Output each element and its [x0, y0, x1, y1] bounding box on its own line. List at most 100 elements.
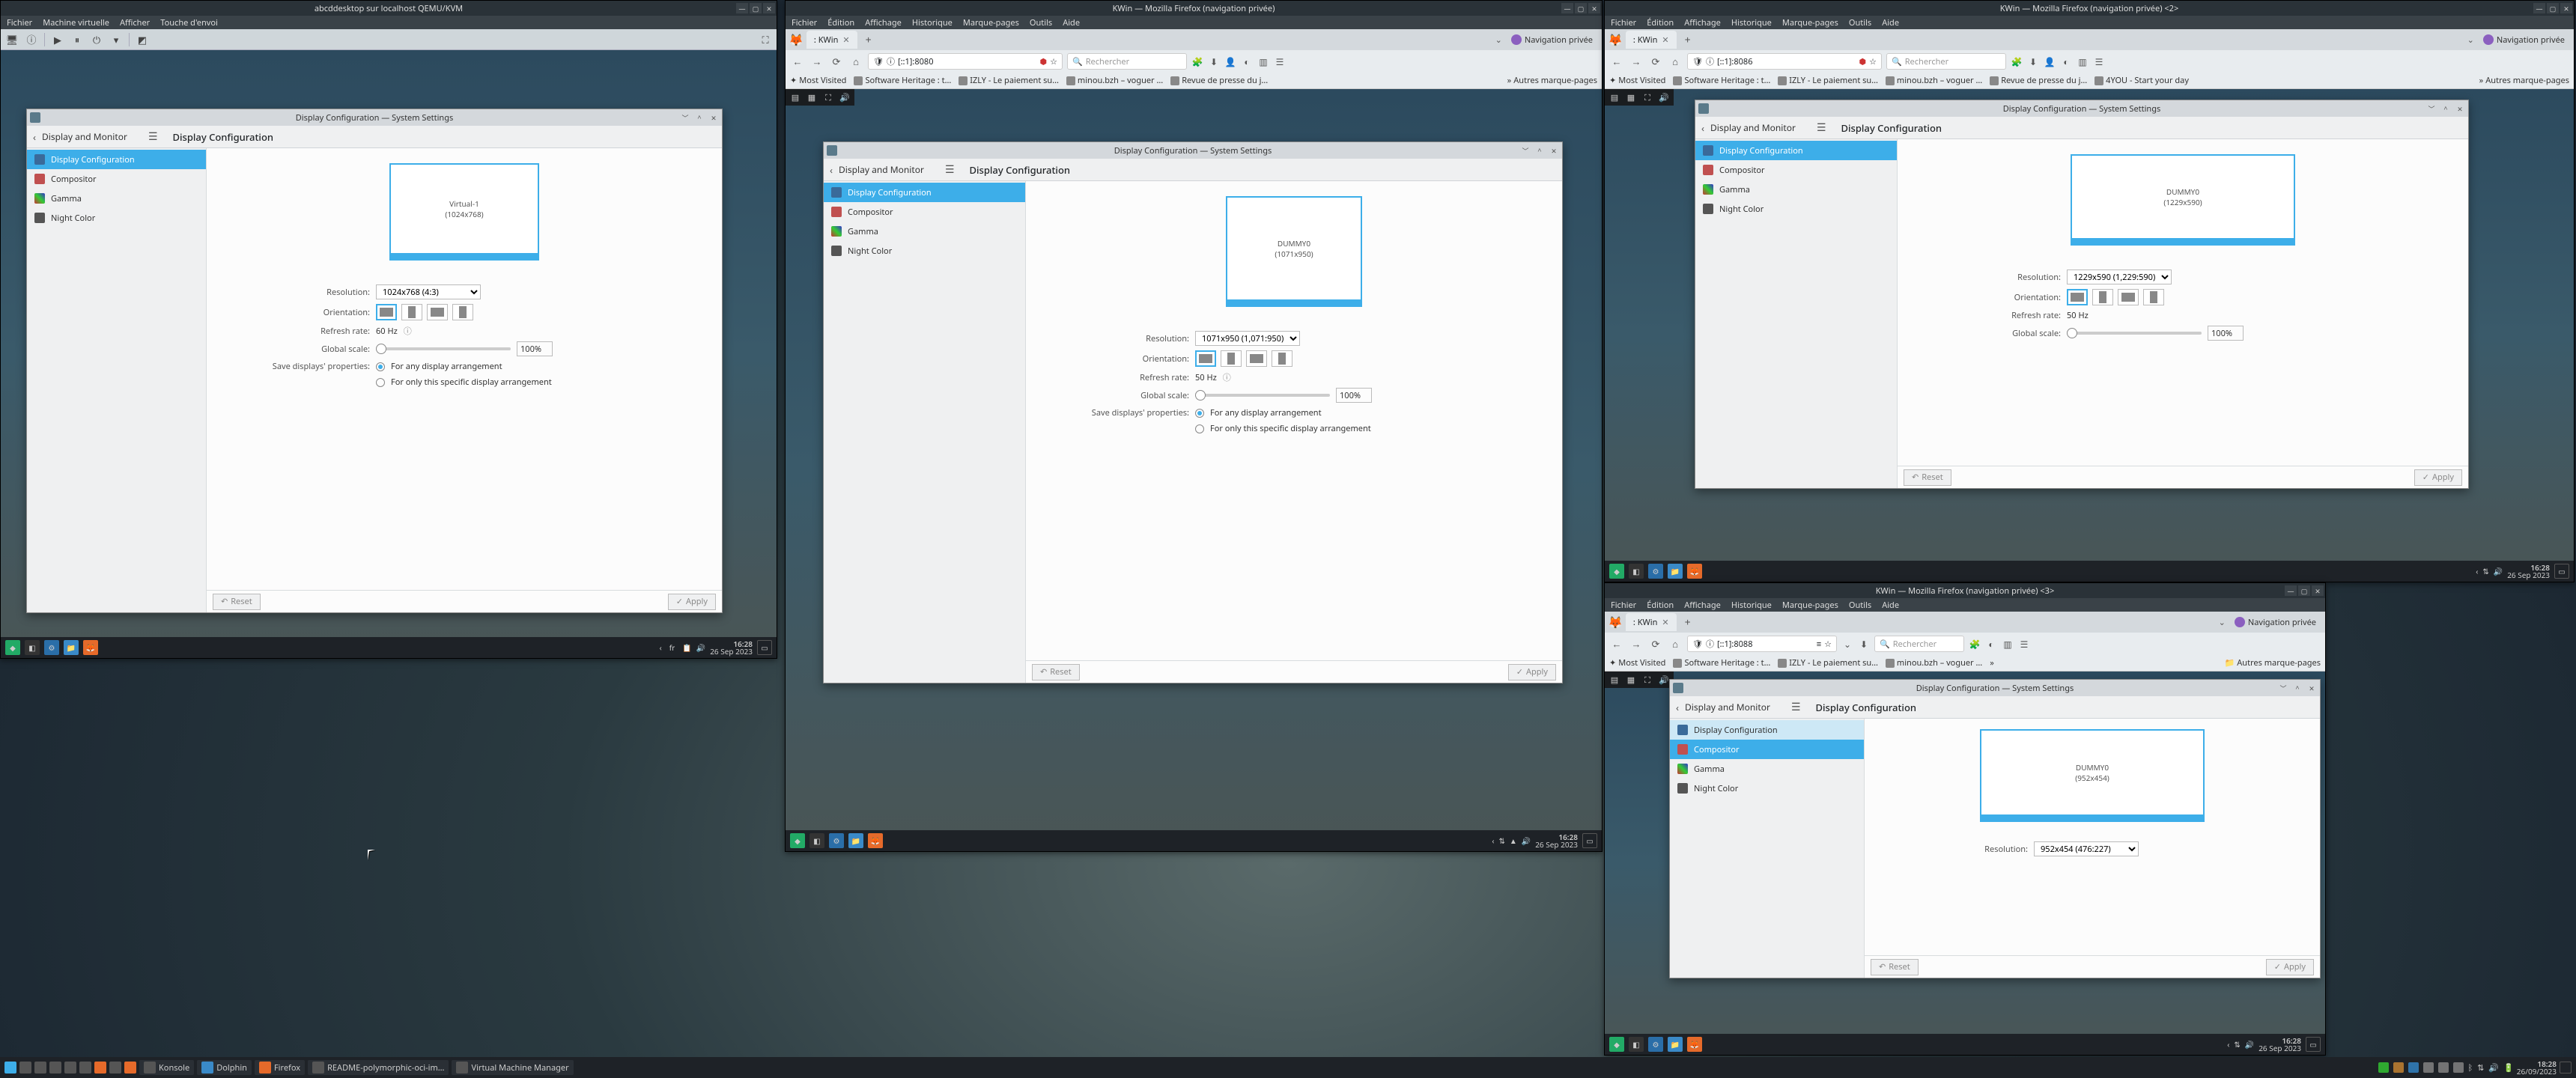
dolphin-taskbar-icon[interactable]: 📁	[1668, 564, 1683, 579]
breadcrumb[interactable]: Display and Monitor	[1685, 701, 1770, 713]
maximize-button[interactable]: ▢	[1575, 3, 1587, 13]
bookmark-item[interactable]: Revue de presse du j…	[1170, 75, 1268, 86]
dolphin-taskbar-icon[interactable]: 📁	[64, 640, 79, 655]
details-icon[interactable]: ⓘ	[25, 33, 38, 46]
new-tab-button[interactable]: +	[860, 33, 877, 47]
menu-machine[interactable]: Machine virtuelle	[43, 17, 109, 28]
extension-icon[interactable]: 🧩	[1969, 638, 1981, 650]
menu-item[interactable]: Aide	[1882, 17, 1899, 28]
forward-icon[interactable]: →	[1629, 636, 1644, 651]
tray-icon[interactable]	[2378, 1062, 2389, 1073]
tray-icon[interactable]	[2423, 1062, 2434, 1073]
sound-icon[interactable]: 🔊	[838, 91, 851, 103]
kde-launcher-icon[interactable]: ◆	[1609, 1037, 1624, 1052]
account-icon[interactable]: 👤	[2044, 55, 2056, 67]
radio-any[interactable]	[376, 362, 385, 371]
kde-launcher-icon[interactable]: ◆	[1609, 564, 1624, 579]
shield-icon[interactable]: 🛡	[1692, 56, 1703, 67]
back-icon[interactable]: ‹	[830, 163, 833, 177]
bookmarks-overflow[interactable]: » Autres marque-pages	[1507, 75, 1597, 86]
pager-icon[interactable]	[64, 1062, 76, 1074]
maximize-button[interactable]: ▢	[750, 3, 762, 13]
pause-icon[interactable]: ⏸	[70, 33, 84, 46]
search-input[interactable]: 🔍 Rechercher	[1067, 53, 1187, 70]
bookmark-star-icon[interactable]: ☆	[1050, 56, 1057, 67]
tor-icon[interactable]: ◐	[1985, 638, 1997, 650]
host-clock[interactable]: 18:28 26/09/2023	[2517, 1060, 2557, 1075]
show-desktop-icon[interactable]: ▭	[2306, 1037, 2321, 1052]
apply-button[interactable]: ✓ Apply	[668, 594, 716, 610]
fullscreen-icon[interactable]: ⛶	[1641, 674, 1654, 686]
breadcrumb[interactable]: Display and Monitor	[42, 130, 127, 143]
menu-item[interactable]: Aide	[1882, 600, 1899, 611]
search-input[interactable]: 🔍 Rechercher	[1886, 53, 2006, 70]
vm2-titlebar[interactable]: KWin — Mozilla Firefox (navigation privé…	[786, 1, 1602, 16]
show-desktop-icon[interactable]	[2560, 1062, 2572, 1074]
menu-item[interactable]: Édition	[827, 17, 854, 28]
forward-icon[interactable]: →	[1629, 54, 1644, 69]
reload-icon[interactable]: ⟳	[1648, 636, 1663, 651]
menu-item[interactable]: Édition	[1647, 17, 1674, 28]
snapshot-icon[interactable]: ◩	[136, 33, 149, 46]
shield-icon[interactable]: 🛡	[1692, 639, 1703, 650]
vm3-titlebar[interactable]: KWin — Mozilla Firefox (navigation privé…	[1605, 1, 2574, 16]
sidebar-item-compositor[interactable]: Compositor	[1670, 740, 1864, 759]
breadcrumb[interactable]: Display and Monitor	[1710, 121, 1796, 134]
minimize-button[interactable]: ﹀	[679, 112, 691, 123]
display-preview[interactable]: DUMMY0 (952x454)	[1865, 719, 2320, 832]
reset-button[interactable]: ↶ Reset	[1871, 959, 1919, 975]
menu-item[interactable]: Historique	[1731, 17, 1772, 28]
activities-icon[interactable]: ◧	[1629, 1037, 1644, 1052]
url-input[interactable]: 🛡 ⓘ [::1]:8080 ⬢ ☆	[868, 53, 1063, 70]
back-icon[interactable]: ‹	[1676, 701, 1679, 714]
reset-button[interactable]: ↶ Reset	[1032, 664, 1080, 680]
orientation-portrait[interactable]	[401, 304, 422, 320]
minimize-button[interactable]: —	[1561, 3, 1573, 13]
show-desktop-icon[interactable]: ▭	[2554, 564, 2569, 579]
clipboard-icon[interactable]: 📋	[682, 642, 691, 653]
hamburger-icon[interactable]: ☰	[148, 130, 158, 144]
menu-item[interactable]: Marque-pages	[1782, 600, 1838, 611]
vm4-titlebar[interactable]: KWin — Mozilla Firefox (navigation privé…	[1605, 583, 2325, 598]
firefox-view-icon[interactable]: 🦊	[1608, 31, 1623, 48]
account-icon[interactable]: 👤	[1224, 55, 1236, 67]
battery-icon[interactable]: 🔋	[2503, 1062, 2514, 1074]
menu-item[interactable]: Outils	[1849, 17, 1871, 28]
settings-titlebar[interactable]: Display Configuration — System Settings …	[824, 142, 1562, 159]
bookmark-star-icon[interactable]: ☆	[1824, 639, 1832, 650]
reset-button[interactable]: ↶ Reset	[213, 594, 261, 610]
firefox-view-icon[interactable]: 🦊	[1608, 614, 1623, 630]
apply-button[interactable]: ✓ Apply	[1508, 664, 1556, 680]
reload-icon[interactable]: ⟳	[829, 54, 844, 69]
show-desktop-icon[interactable]: ▭	[757, 640, 772, 655]
scale-slider[interactable]	[2067, 332, 2202, 335]
info-icon[interactable]: ⓘ	[1223, 371, 1231, 383]
sidebar-item-display-config[interactable]: Display Configuration	[1670, 720, 1864, 740]
bookmark-item[interactable]: IZLY - Le paiement su…	[1778, 657, 1878, 669]
tor-icon[interactable]: ◐	[2060, 55, 2072, 67]
maximize-button[interactable]: ^	[693, 112, 705, 123]
display-preview[interactable]: DUMMY0 (1071x950)	[1026, 181, 1562, 322]
firefox-taskbar-icon[interactable]: 🦊	[1687, 564, 1702, 579]
search-input[interactable]: 🔍 Rechercher	[1874, 636, 1964, 652]
extension-icon[interactable]: 🧩	[1191, 55, 1203, 67]
pager-icon[interactable]	[79, 1062, 91, 1074]
breadcrumb[interactable]: Display and Monitor	[839, 163, 924, 176]
console-icon[interactable]: 🖥	[5, 33, 19, 46]
tab-close-icon[interactable]: ✕	[1662, 617, 1668, 628]
play-icon[interactable]: ▶	[51, 33, 64, 46]
reset-button[interactable]: ↶ Reset	[1904, 469, 1951, 486]
scale-value[interactable]: 100%	[517, 341, 553, 356]
app-menu-icon[interactable]: ☰	[1274, 55, 1286, 67]
orientation-landscape[interactable]	[1195, 350, 1216, 367]
shutdown-icon[interactable]: ⏻	[90, 33, 103, 46]
sidebar-item-gamma[interactable]: Gamma	[824, 222, 1025, 241]
back-icon[interactable]: ‹	[33, 130, 36, 144]
home-icon[interactable]: ⌂	[1668, 636, 1683, 651]
bookmarks-overflow[interactable]: 📁 Autres marque-pages	[2225, 657, 2321, 669]
close-button[interactable]: ✕	[763, 3, 775, 13]
tabs-dropdown-icon[interactable]: ⌄	[1495, 34, 1502, 46]
sidebar-item-display-config[interactable]: Display Configuration	[1695, 141, 1897, 160]
dropdown-icon[interactable]: ▾	[109, 33, 123, 46]
hamburger-icon[interactable]: ☰	[1817, 121, 1826, 135]
